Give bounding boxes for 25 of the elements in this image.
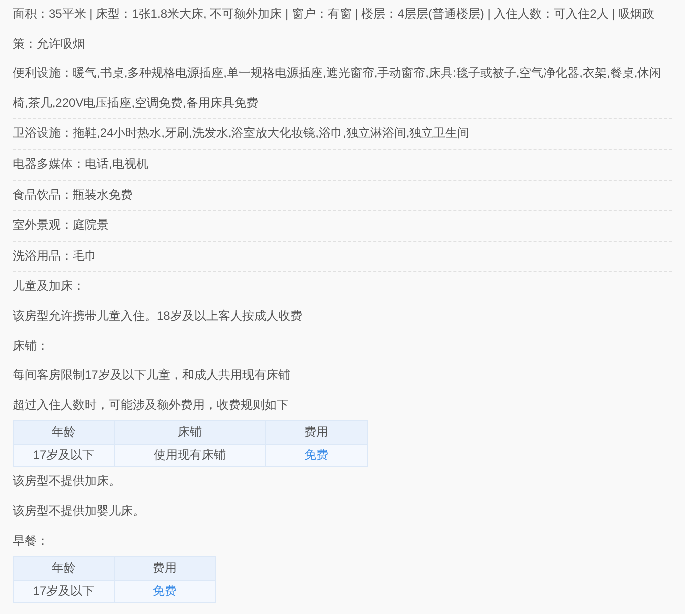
column-header: 床铺 <box>114 420 266 445</box>
column-header: 年龄 <box>14 420 114 445</box>
room-info-text: 面积：35平米 | 床型：1张1.8米大床, 不可额外加床 | 窗户：有窗 | 楼层：4层层(普通楼层) | 入住人数：可入住2人 | 吸烟政策：允许吸烟 <box>13 6 656 53</box>
room-info-text: 便利设施：暖气,书桌,多种规格电源插座,单一规格电源插座,遮光窗帘,手动窗帘,床具:毯子或被子,空气净化器,衣架,餐桌,休闲椅,茶几,220V电压插座,空调免费,备用床具免费 <box>13 65 663 112</box>
room-info-text: 食品饮品：瓶装水免费 <box>13 186 134 204</box>
table-cell: 免费 <box>114 580 216 603</box>
policy-text: 该房型不提供加婴儿床。 <box>13 502 146 520</box>
policy-text: 超过入住人数时，可能涉及额外费用，收费规则如下 <box>13 396 290 414</box>
room-info-text: 卫浴设施：拖鞋,24小时热水,牙刷,洗发水,浴室放大化妆镜,浴巾,独立淋浴间,独立卫生间 <box>13 125 471 142</box>
table-cell: 使用现有床铺 <box>114 444 266 467</box>
column-header: 年龄 <box>14 556 114 581</box>
column-header: 费用 <box>114 556 216 581</box>
column-header: 费用 <box>266 420 368 445</box>
room-info-text: 室外景观：庭院景 <box>13 217 110 234</box>
room-info-text: 洗浴用品：毛巾 <box>13 248 98 265</box>
table-cell: 免费 <box>266 444 368 467</box>
table-cell: 17岁及以下 <box>14 444 114 467</box>
room-info-text: 电器多媒体：电话,电视机 <box>13 156 150 173</box>
policy-text: 早餐： <box>13 532 50 550</box>
policy-text: 该房型允许携带儿童入住。18岁及以上客人按成人收费 <box>13 308 304 325</box>
policy-text: 儿童及加床： <box>13 278 86 296</box>
policy-text: 该房型不提供加床。 <box>13 473 122 490</box>
policy-text: 床铺： <box>13 338 50 355</box>
policy-text: 每间客房限制17岁及以下儿童，和成人共用现有床铺 <box>13 367 292 384</box>
table-cell: 17岁及以下 <box>14 580 114 603</box>
